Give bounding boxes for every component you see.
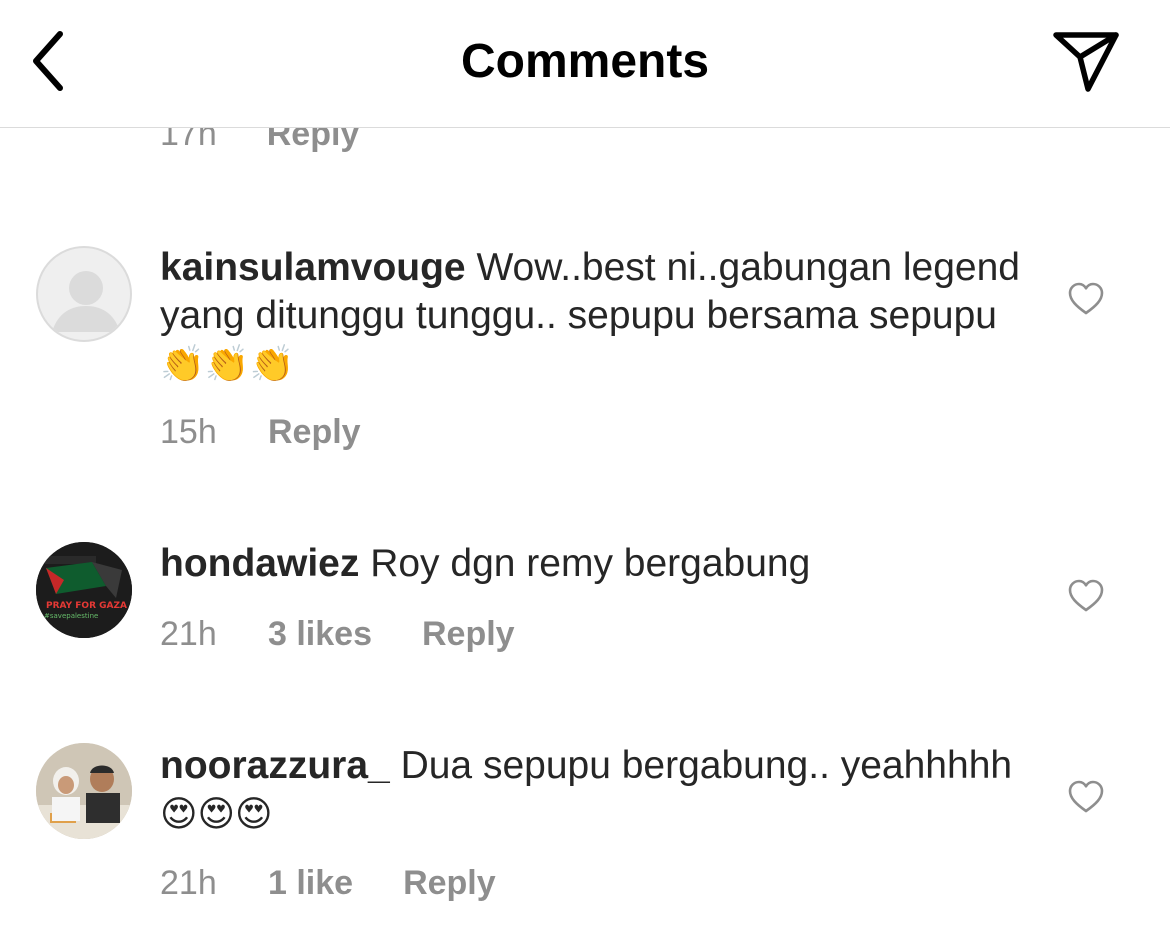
page-title: Comments (460, 35, 710, 88)
avatar[interactable] (36, 246, 132, 342)
pray-for-gaza-avatar: PRAY FOR GAZA #savepalestine (36, 542, 132, 638)
comment-likes[interactable]: 1 like (268, 864, 353, 903)
avatar[interactable] (36, 743, 132, 839)
paper-plane-icon (1053, 32, 1119, 92)
share-button[interactable] (1046, 24, 1126, 98)
comment-time: 15h (160, 412, 217, 451)
comment-likes[interactable]: 3 likes (268, 615, 372, 654)
comment-text: Dua sepupu bergabung.. yeahhhhh (400, 744, 1013, 787)
default-avatar-icon (52, 271, 120, 332)
comment-time: 21h (160, 614, 217, 653)
comment-text: Roy dgn remy bergabung (370, 542, 811, 585)
comment-meta: 21h 1 like Reply (160, 861, 496, 905)
comment-body: noorazzura_ Dua sepupu bergabung.. yeahh… (160, 742, 1020, 839)
navigation-header: Comments (0, 0, 1170, 128)
avatar-pray-text: PRAY FOR GAZA (46, 601, 127, 611)
comment-meta: 15h Reply (160, 410, 361, 454)
reply-button[interactable]: Reply (422, 615, 515, 654)
like-button[interactable] (1064, 277, 1108, 321)
comment-body: kainsulamvouge Wow..best ni..gabungan le… (160, 244, 1020, 389)
comment-username[interactable]: hondawiez (160, 542, 359, 585)
avatar[interactable]: PRAY FOR GAZA #savepalestine (36, 542, 132, 638)
comment-emoji: 😍😍😍 (160, 794, 273, 835)
comment-meta: 21h 3 likes Reply (160, 612, 515, 656)
comment-emoji: 👏👏👏 (160, 344, 295, 385)
comment-time: 21h (160, 863, 217, 902)
comments-screen: 17h Reply kainsulamvouge Wow..best ni..g… (0, 0, 1170, 947)
heart-icon (1068, 282, 1104, 315)
comment-body: hondawiez Roy dgn remy bergabung (160, 540, 1020, 588)
comment-username[interactable]: noorazzura_ (160, 744, 390, 787)
heart-icon (1068, 579, 1104, 612)
reply-button[interactable]: Reply (403, 864, 496, 903)
comment-username[interactable]: kainsulamvouge (160, 246, 466, 289)
comments-list[interactable]: 17h Reply kainsulamvouge Wow..best ni..g… (0, 0, 1170, 947)
like-button[interactable] (1064, 574, 1108, 618)
heart-icon (1068, 780, 1104, 813)
couple-photo-avatar (36, 743, 132, 839)
reply-button[interactable]: Reply (268, 413, 361, 452)
avatar-tag-text: #savepalestine (44, 612, 98, 620)
like-button[interactable] (1064, 775, 1108, 819)
